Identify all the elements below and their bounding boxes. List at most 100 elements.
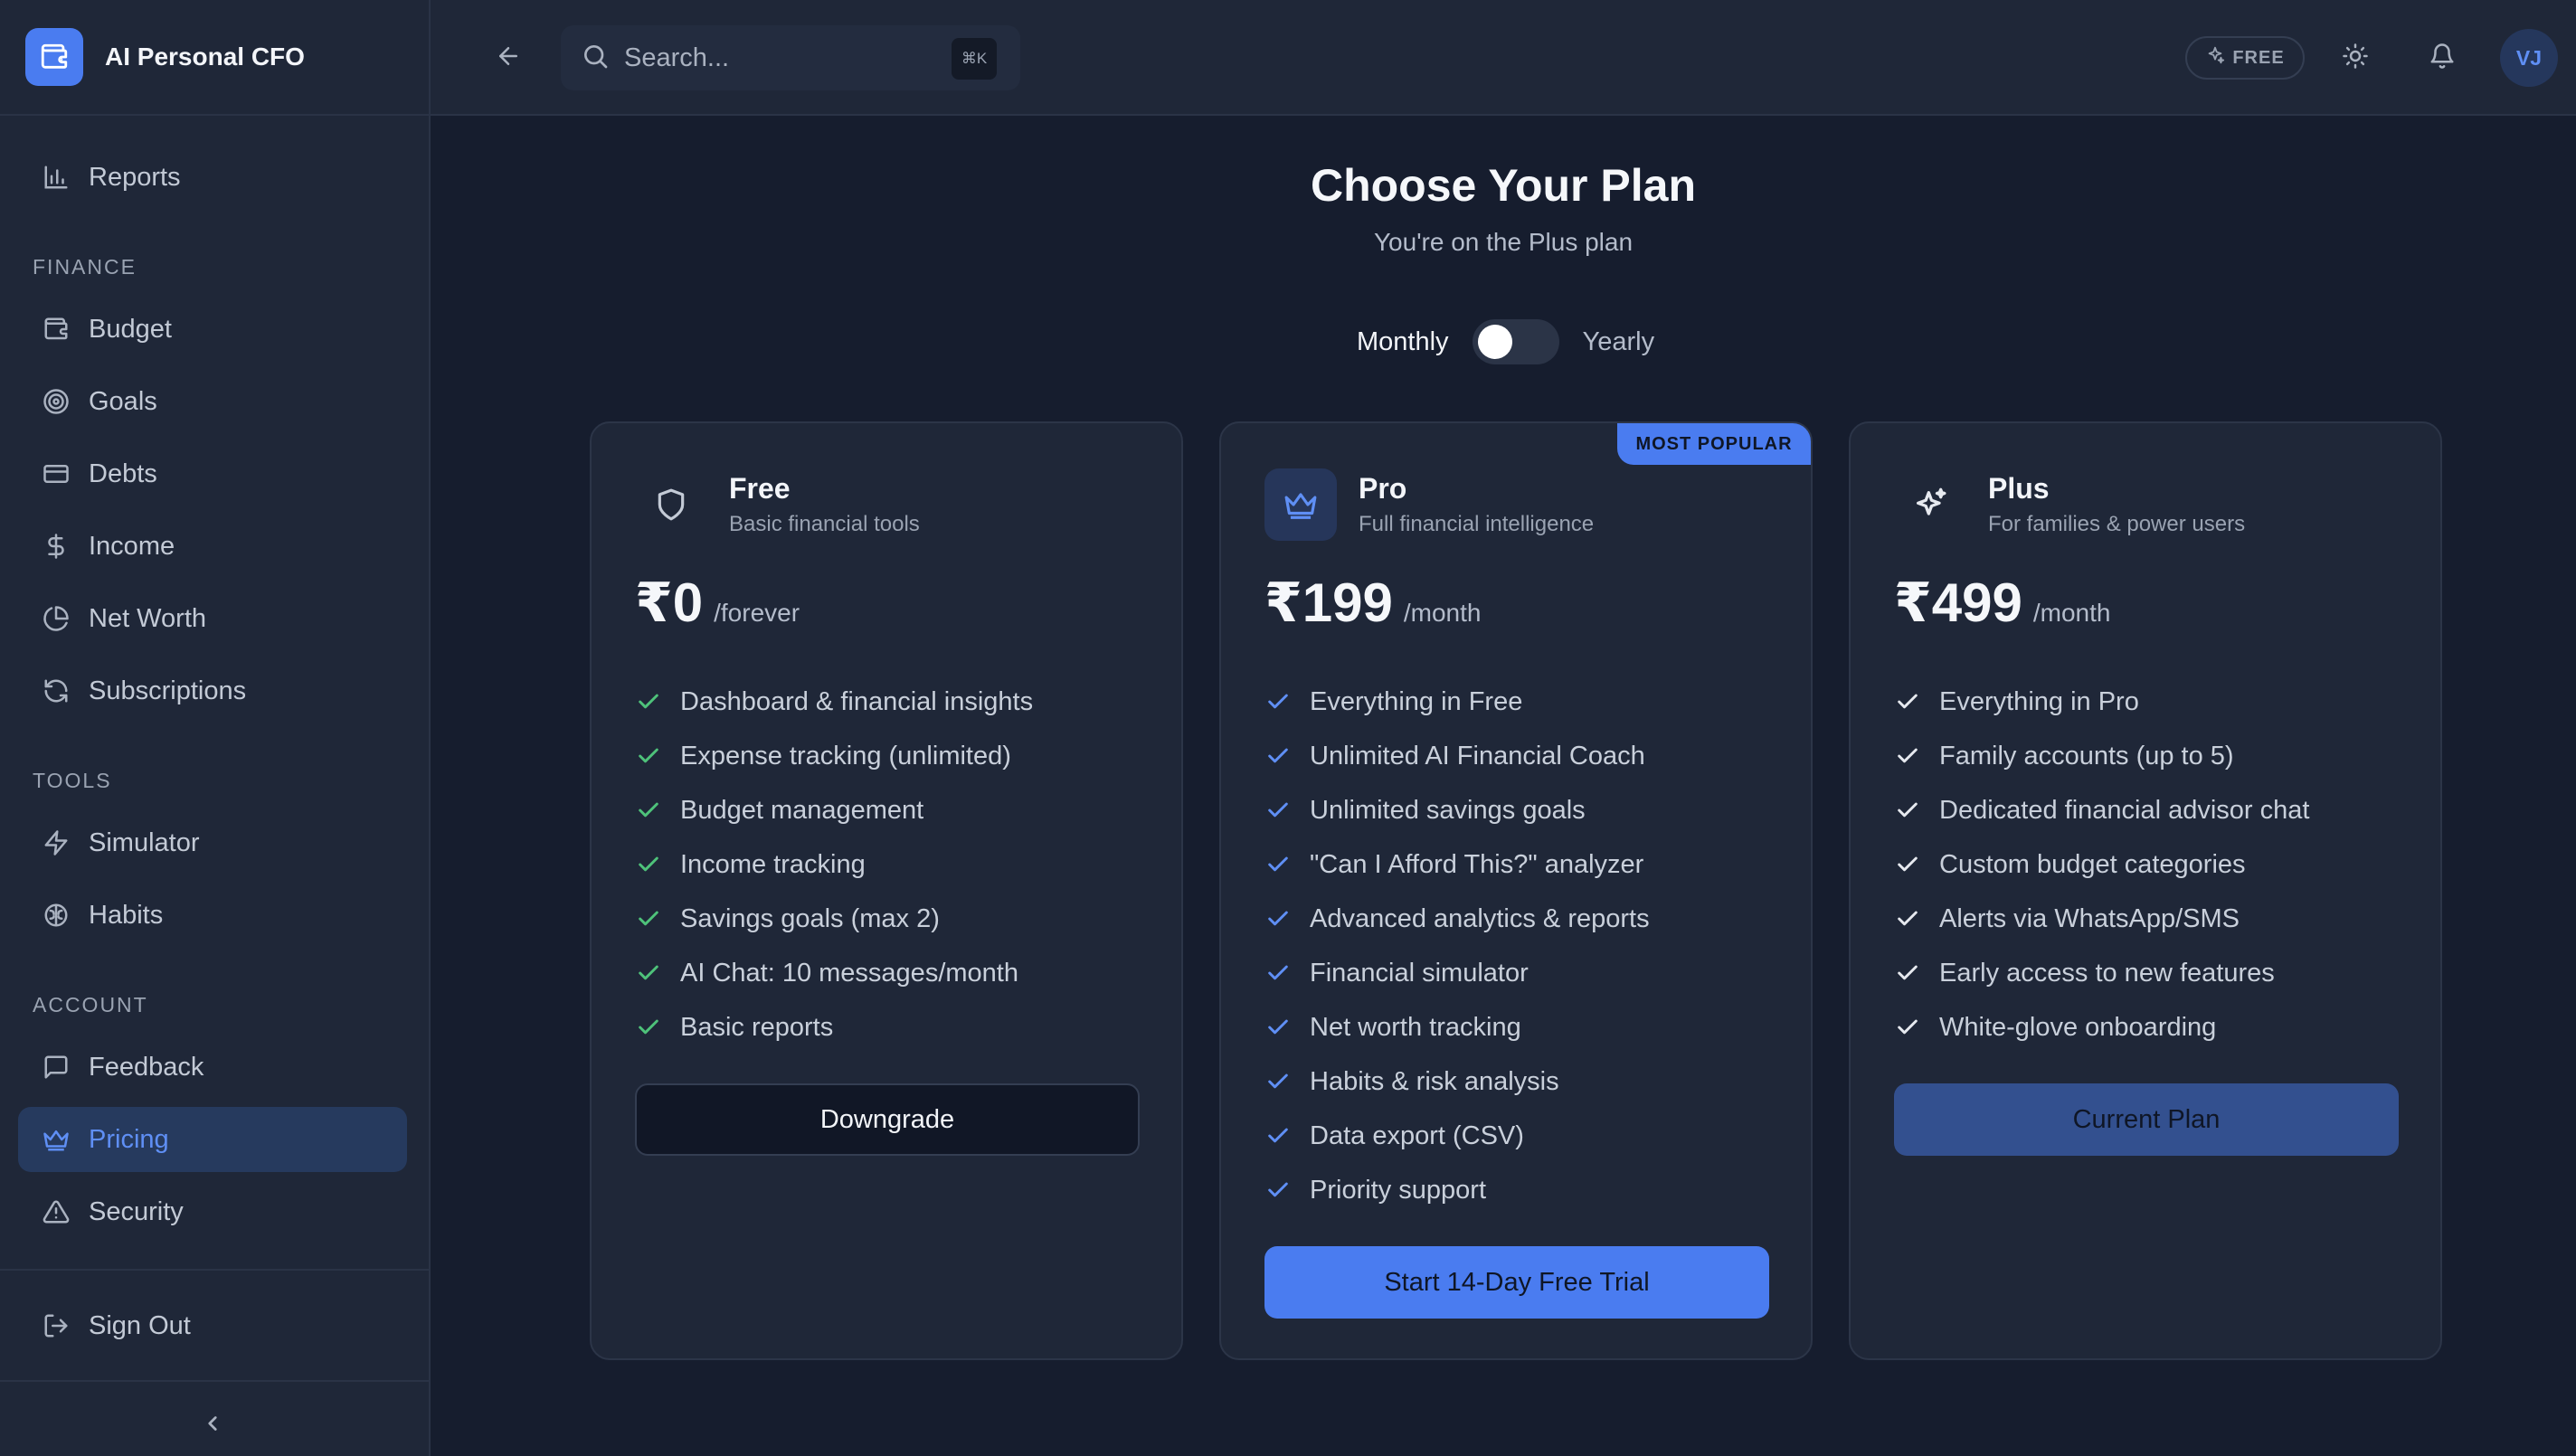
feature-text: Net worth tracking (1310, 1012, 1521, 1042)
check-icon (1264, 797, 1292, 824)
sidebar-item-goals[interactable]: Goals (18, 369, 407, 434)
check-icon (635, 742, 662, 770)
check-icon (1894, 851, 1921, 878)
feature-list: Dashboard & financial insights Expense tr… (635, 675, 1033, 1054)
feature-item: Dashboard & financial insights (635, 675, 1033, 729)
back-button[interactable] (490, 40, 526, 76)
feature-text: Dashboard & financial insights (680, 686, 1034, 716)
start-trial-button[interactable]: Start 14-Day Free Trial (1264, 1246, 1769, 1319)
most-popular-badge: MOST POPULAR (1617, 423, 1811, 465)
feature-item: Advanced analytics & reports (1264, 892, 1650, 946)
check-icon (1894, 905, 1921, 932)
chevron-left-icon (201, 1412, 224, 1440)
feature-item: Savings goals (max 2) (635, 892, 1033, 946)
feature-list: Everything in Pro Family accounts (up to … (1894, 675, 2309, 1054)
feature-text: Unlimited savings goals (1310, 795, 1586, 825)
search-bar[interactable]: ⌘K (561, 25, 1020, 90)
sparkles-icon (1894, 468, 1966, 541)
check-icon (1264, 1014, 1292, 1041)
check-icon (1264, 905, 1292, 932)
app-root: AI Personal CFO Reports FINANCE Budget G… (0, 0, 2576, 1456)
billing-monthly-label[interactable]: Monthly (1357, 327, 1449, 357)
feature-item: Basic reports (635, 1000, 1033, 1054)
feature-item: White-glove onboarding (1894, 1000, 2309, 1054)
sidebar-item-reports[interactable]: Reports (18, 145, 407, 210)
feature-item: Income tracking (635, 837, 1033, 892)
plan-price: ₹199 /month (1264, 572, 1481, 635)
feature-text: Family accounts (up to 5) (1939, 741, 2234, 771)
sidebar-item-subscriptions[interactable]: Subscriptions (18, 658, 407, 723)
billing-yearly-label[interactable]: Yearly (1583, 327, 1655, 357)
feature-text: Budget management (680, 795, 924, 825)
message-icon (40, 1051, 72, 1083)
price-period: /month (1403, 599, 1482, 627)
avatar[interactable]: VJ (2500, 29, 2558, 87)
sidebar: AI Personal CFO Reports FINANCE Budget G… (0, 0, 431, 1456)
plan-price: ₹499 /month (1894, 572, 2110, 635)
sidebar-item-net-worth[interactable]: Net Worth (18, 586, 407, 651)
feature-item: Habits & risk analysis (1264, 1054, 1650, 1109)
feature-item: Everything in Free (1264, 675, 1650, 729)
feature-item: Expense tracking (unlimited) (635, 729, 1033, 783)
brain-icon (40, 899, 72, 931)
notifications-button[interactable] (2424, 40, 2460, 76)
feature-item: AI Chat: 10 messages/month (635, 946, 1033, 1000)
dollar-icon (40, 530, 72, 563)
search-input[interactable] (624, 43, 950, 73)
check-icon (1894, 742, 1921, 770)
brand[interactable]: AI Personal CFO (0, 0, 429, 116)
sidebar-item-simulator[interactable]: Simulator (18, 810, 407, 875)
top-header: ⌘K FREE VJ (431, 0, 2576, 116)
search-icon (581, 42, 610, 75)
price-amount: ₹499 (1894, 572, 2022, 633)
feature-item: Alerts via WhatsApp/SMS (1894, 892, 2309, 946)
feature-text: Habits & risk analysis (1310, 1066, 1559, 1096)
sidebar-item-feedback[interactable]: Feedback (18, 1035, 407, 1100)
feature-text: Dedicated financial advisor chat (1939, 795, 2310, 825)
sidebar-item-budget[interactable]: Budget (18, 297, 407, 362)
feature-item: Unlimited savings goals (1264, 783, 1650, 837)
theme-toggle-button[interactable] (2337, 40, 2373, 76)
check-icon (635, 905, 662, 932)
plan-name: Free (729, 472, 791, 505)
plan-price: ₹0 /forever (635, 572, 800, 635)
plan-name: Pro (1359, 472, 1407, 505)
arrow-left-icon (495, 43, 522, 74)
feature-item: Data export (CSV) (1264, 1109, 1650, 1163)
sidebar-item-security[interactable]: Security (18, 1179, 407, 1244)
check-icon (1894, 688, 1921, 715)
sidebar-item-debts[interactable]: Debts (18, 441, 407, 506)
feature-item: Early access to new features (1894, 946, 2309, 1000)
current-plan-button[interactable]: Current Plan (1894, 1083, 2399, 1156)
check-icon (1894, 960, 1921, 987)
feature-item: Family accounts (up to 5) (1894, 729, 2309, 783)
page-subtitle: You're on the Plus plan (1373, 228, 1634, 256)
sidebar-item-habits[interactable]: Habits (18, 883, 407, 948)
downgrade-button[interactable]: Downgrade (635, 1083, 1140, 1156)
sidebar-item-label: Feedback (89, 1052, 204, 1082)
check-icon (1264, 960, 1292, 987)
sign-out-button[interactable]: Sign Out (18, 1293, 407, 1358)
check-icon (635, 960, 662, 987)
check-icon (635, 1014, 662, 1041)
feature-text: Basic reports (680, 1012, 834, 1042)
sidebar-item-label: Goals (89, 386, 157, 416)
crown-icon (40, 1123, 72, 1156)
feature-item: "Can I Afford This?" analyzer (1264, 837, 1650, 892)
sign-out-label: Sign Out (89, 1310, 191, 1340)
check-icon (1264, 1177, 1292, 1204)
sidebar-item-label: Simulator (89, 827, 200, 857)
sidebar-item-pricing[interactable]: Pricing (18, 1107, 407, 1172)
sidebar-item-label: Security (89, 1196, 184, 1226)
sidebar-item-label: Subscriptions (89, 676, 247, 705)
feature-text: Everything in Pro (1939, 686, 2139, 716)
billing-period-switch[interactable] (1472, 319, 1559, 364)
feature-item: Unlimited AI Financial Coach (1264, 729, 1650, 783)
feature-text: Priority support (1310, 1175, 1487, 1205)
feature-item: Priority support (1264, 1163, 1650, 1217)
sidebar-item-income[interactable]: Income (18, 514, 407, 579)
price-amount: ₹0 (635, 572, 704, 633)
collapse-sidebar-button[interactable] (194, 1407, 231, 1443)
check-icon (1264, 851, 1292, 878)
plan-badge[interactable]: FREE (2185, 36, 2305, 80)
